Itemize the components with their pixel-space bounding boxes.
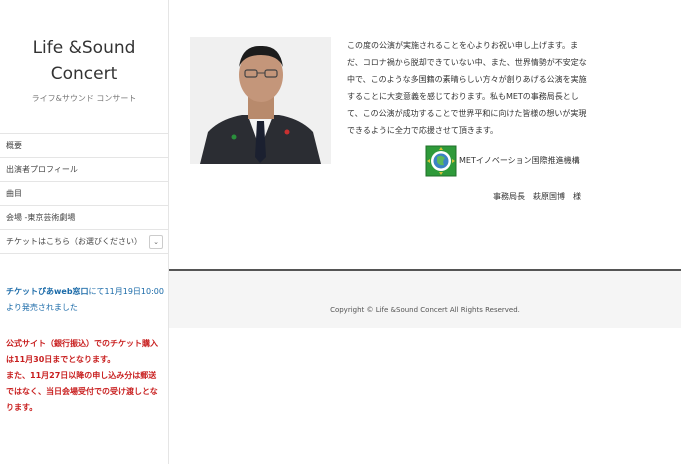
official-notice-line2: また、11月27日以降の申し込み分は郵送ではなく、当日会場受付での受け渡しとなり… — [6, 371, 158, 412]
organization-name: METイノベーション国際推進機構 — [459, 156, 580, 165]
menu-item-performers[interactable]: 出演者プロフィール — [0, 158, 168, 182]
menu-item-venue[interactable]: 会場 -東京芸術劇場 — [0, 206, 168, 230]
menu-item-label: チケットはこちら（お選びください） — [6, 237, 142, 246]
site-subtitle: ライフ&サウンド コンサート — [31, 94, 137, 103]
congratulatory-message: この度の公演が実施されることを心よりお祝い申し上げます。まだ、コロナ禍から脱却で… — [347, 41, 587, 135]
chevron-down-icon[interactable]: ⌄ — [149, 235, 163, 249]
menu-item-program[interactable]: 曲目 — [0, 182, 168, 206]
met-logo-icon — [425, 145, 457, 177]
copyright: Copyright © Life &Sound Concert All Righ… — [330, 306, 520, 314]
ticketpia-link[interactable]: チケットぴあweb窓口 — [6, 287, 89, 296]
menu-item-overview[interactable]: 概要 — [0, 134, 168, 158]
menu-item-label: 出演者プロフィール — [6, 165, 78, 174]
director-photo — [190, 37, 331, 164]
site-title[interactable]: Life &Sound Concert — [0, 35, 168, 87]
main-menu: 概要 出演者プロフィール 曲目 会場 -東京芸術劇場 チケットはこちら（お選びく… — [0, 133, 168, 254]
menu-item-label: 曲目 — [6, 189, 22, 198]
footer: Copyright © Life &Sound Concert All Righ… — [169, 271, 681, 328]
official-site-notice: 公式サイト（銀行振込）でのチケット購入は11月30日までとなります。 また、11… — [6, 336, 164, 416]
menu-item-label: 概要 — [6, 141, 22, 150]
ticketpia-notice: チケットぴあweb窓口にて11月19日10:00より発売されました — [6, 284, 166, 316]
signature: 事務局長 萩原国博 様 — [493, 192, 581, 201]
official-notice-line1: 公式サイト（銀行振込）でのチケット購入は11月30日までとなります。 — [6, 339, 158, 364]
menu-item-label: 会場 -東京芸術劇場 — [6, 213, 76, 222]
menu-item-tickets[interactable]: チケットはこちら（お選びください） ⌄ — [0, 230, 168, 254]
sidebar: Life &Sound Concert ライフ&サウンド コンサート 概要 出演… — [0, 0, 169, 464]
